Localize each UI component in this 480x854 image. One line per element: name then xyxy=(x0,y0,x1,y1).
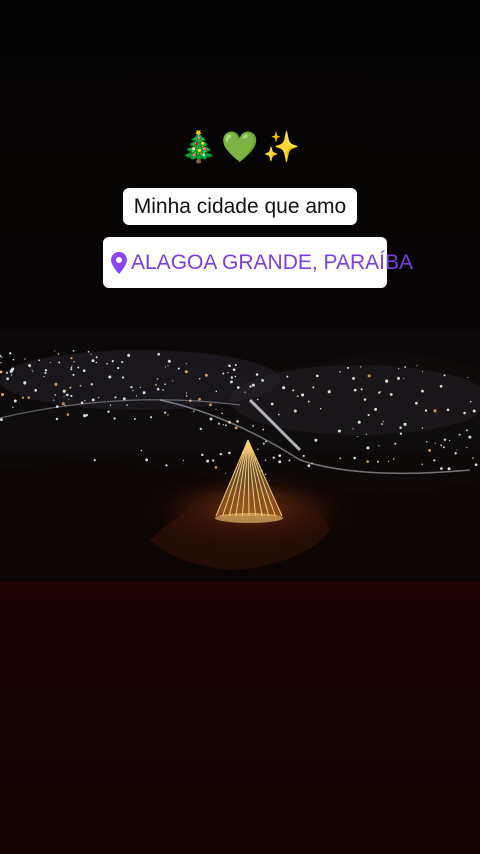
emoji-sticker[interactable]: 🎄 💚 ✨ xyxy=(0,130,480,166)
location-text: ALAGOA GRANDE, PARAÍBA xyxy=(131,250,414,274)
caption-sticker[interactable]: Minha cidade que amo xyxy=(123,188,357,225)
sparkles-emoji: ✨ xyxy=(262,130,301,165)
location-pin-icon xyxy=(111,251,127,274)
bottom-dark-area xyxy=(0,582,480,854)
story-frame: 🎄 💚 ✨ Minha cidade que amo ALAGOA GRANDE, … xyxy=(0,0,480,854)
christmas-tree-emoji: 🎄 xyxy=(179,130,218,165)
green-heart-emoji: 💚 xyxy=(221,130,259,165)
location-sticker[interactable]: ALAGOA GRANDE, PARAÍBA xyxy=(103,237,413,288)
night-city-photo xyxy=(0,330,480,582)
caption-text: Minha cidade que amo xyxy=(133,194,347,218)
